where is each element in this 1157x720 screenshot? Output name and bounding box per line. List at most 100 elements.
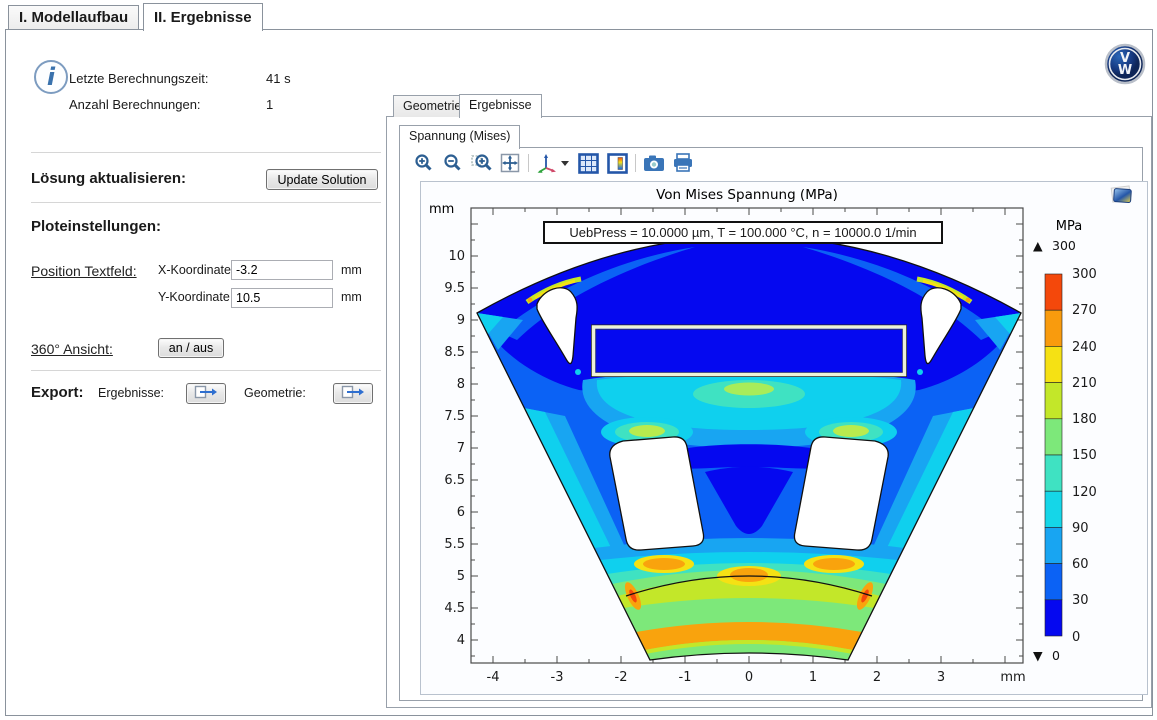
tab-modellaufbau[interactable]: I. Modellaufbau <box>8 5 139 30</box>
toolbar-separator <box>528 154 529 172</box>
svg-text:6: 6 <box>457 505 465 520</box>
colorbar-min-value: 0 <box>1052 648 1060 663</box>
export-icon <box>194 385 218 399</box>
svg-text:3: 3 <box>937 670 945 685</box>
svg-text:90: 90 <box>1072 521 1089 536</box>
last-calc-time-value: 41 s <box>266 71 291 86</box>
svg-text:120: 120 <box>1072 485 1097 500</box>
export-results-label: Ergebnisse: <box>98 386 164 400</box>
svg-text:5.5: 5.5 <box>444 537 465 552</box>
stress-plot: Von Mises Spannung (MPa) mm 109.5 98.5 8… <box>421 182 1147 694</box>
graphics-canvas[interactable]: UebPress = 10.0000 µm, T = 100.000 °C, n… <box>420 181 1148 695</box>
svg-text:0: 0 <box>745 670 753 685</box>
colorbar-max-marker: ▲ <box>1033 238 1043 253</box>
export-geometry-label: Geometrie: <box>244 386 306 400</box>
axes-orientation-icon[interactable] <box>536 152 570 174</box>
app-window: I. Modellaufbau II. Ergebnisse i Letzte … <box>0 0 1157 720</box>
calc-count-label: Anzahl Berechnungen: <box>69 97 201 112</box>
y-coordinate-input[interactable] <box>231 288 333 308</box>
svg-text:10: 10 <box>448 249 465 264</box>
calc-count-value: 1 <box>266 97 273 112</box>
svg-text:-2: -2 <box>615 670 628 685</box>
view-360-label: 360° Ansicht: <box>31 341 113 357</box>
view-360-toggle-button[interactable]: an / aus <box>158 338 224 358</box>
vw-logo: V W <box>1104 43 1146 85</box>
vw-logo-w: W <box>1118 63 1132 78</box>
svg-text:mm: mm <box>1000 670 1025 685</box>
svg-text:-4: -4 <box>487 670 500 685</box>
grid-icon[interactable] <box>577 152 599 174</box>
svg-text:210: 210 <box>1072 376 1097 391</box>
svg-text:8: 8 <box>457 377 465 392</box>
svg-text:4: 4 <box>457 633 465 648</box>
section-divider <box>31 202 381 203</box>
svg-text:7: 7 <box>457 441 465 456</box>
plot-settings-heading: Ploteinstellungen: <box>31 218 161 235</box>
tab-right-ergebnisse[interactable]: Ergebnisse <box>459 94 542 118</box>
svg-text:30: 30 <box>1072 593 1089 608</box>
print-icon[interactable] <box>672 152 694 174</box>
toolbar-separator <box>635 154 636 172</box>
tab-ergebnisse[interactable]: II. Ergebnisse <box>143 3 263 31</box>
svg-text:60: 60 <box>1072 557 1089 572</box>
x-coordinate-label: X-Koordinate: <box>158 263 234 277</box>
colorbar-gradient <box>1045 274 1062 636</box>
section-divider <box>31 370 381 371</box>
info-icon-glyph: i <box>47 63 56 91</box>
info-icon: i <box>28 54 74 100</box>
export-geometry-button[interactable] <box>333 383 373 404</box>
section-divider <box>31 152 381 153</box>
svg-text:270: 270 <box>1072 303 1097 318</box>
colorbar-min-marker: ▼ <box>1033 648 1043 663</box>
svg-text:6.5: 6.5 <box>444 473 465 488</box>
last-calc-time-label: Letzte Berechnungszeit: <box>69 71 208 86</box>
export-heading: Export: <box>31 384 84 401</box>
x-coordinate-input[interactable] <box>231 260 333 280</box>
zoom-extents-icon[interactable] <box>499 152 521 174</box>
svg-text:8.5: 8.5 <box>444 345 465 360</box>
svg-text:4.5: 4.5 <box>444 601 465 616</box>
main-panel: i Letzte Berechnungszeit: 41 s Anzahl Be… <box>5 29 1153 716</box>
colorbar: MPa ▲ 300 ▼ 0 300270 240210 <box>1033 219 1097 663</box>
snapshot-icon[interactable] <box>643 152 665 174</box>
svg-text:300: 300 <box>1072 267 1097 282</box>
svg-text:7.5: 7.5 <box>444 409 465 424</box>
x-unit-label: mm <box>341 263 362 277</box>
svg-text:2: 2 <box>873 670 881 685</box>
zoom-in-icon[interactable] <box>412 152 434 174</box>
export-icon <box>341 385 365 399</box>
legend-icon[interactable] <box>606 152 628 174</box>
y-tick-labels: 10 9.5 9 8.5 8 7.5 7 6.5 6 5.5 5 4.5 4 <box>444 249 465 648</box>
plot-window-icon[interactable] <box>1109 185 1135 205</box>
plot-pane: UebPress = 10.0000 µm, T = 100.000 °C, n… <box>399 147 1143 701</box>
svg-text:9: 9 <box>457 313 465 328</box>
y-axis-unit: mm <box>429 202 454 217</box>
tab-spannung-mises[interactable]: Spannung (Mises) <box>399 125 520 149</box>
svg-text:9.5: 9.5 <box>444 281 465 296</box>
svg-text:-3: -3 <box>551 670 564 685</box>
position-textfield-label: Position Textfeld: <box>31 263 137 279</box>
svg-text:0: 0 <box>1072 630 1080 645</box>
svg-text:5: 5 <box>457 569 465 584</box>
y-coordinate-label: Y-Koordinate: <box>158 290 233 304</box>
y-unit-label: mm <box>341 290 362 304</box>
svg-text:180: 180 <box>1072 412 1097 427</box>
x-tick-labels: -4 -3 -2 -1 0 1 2 3 mm <box>487 670 1026 685</box>
plot-annotation: UebPress = 10.0000 µm, T = 100.000 °C, n… <box>543 221 943 244</box>
export-results-button[interactable] <box>186 383 226 404</box>
graphics-toolbar <box>412 152 694 174</box>
results-pane: Spannung (Mises) <box>386 116 1152 708</box>
colorbar-unit: MPa <box>1056 219 1082 234</box>
rotor-sector-plot <box>477 236 1021 660</box>
update-solution-button[interactable]: Update Solution <box>266 169 378 190</box>
svg-text:150: 150 <box>1072 448 1097 463</box>
colorbar-max-value: 300 <box>1052 238 1076 253</box>
zoom-box-icon[interactable] <box>470 152 492 174</box>
zoom-out-icon[interactable] <box>441 152 463 174</box>
update-solution-heading: Lösung aktualisieren: <box>31 170 186 187</box>
svg-text:-1: -1 <box>679 670 692 685</box>
plot-title: Von Mises Spannung (MPa) <box>656 187 838 203</box>
svg-text:1: 1 <box>809 670 817 685</box>
colorbar-tick-labels: 300 270 240 210 180 150 120 90 60 30 0 <box>1072 267 1097 645</box>
svg-text:240: 240 <box>1072 340 1097 355</box>
